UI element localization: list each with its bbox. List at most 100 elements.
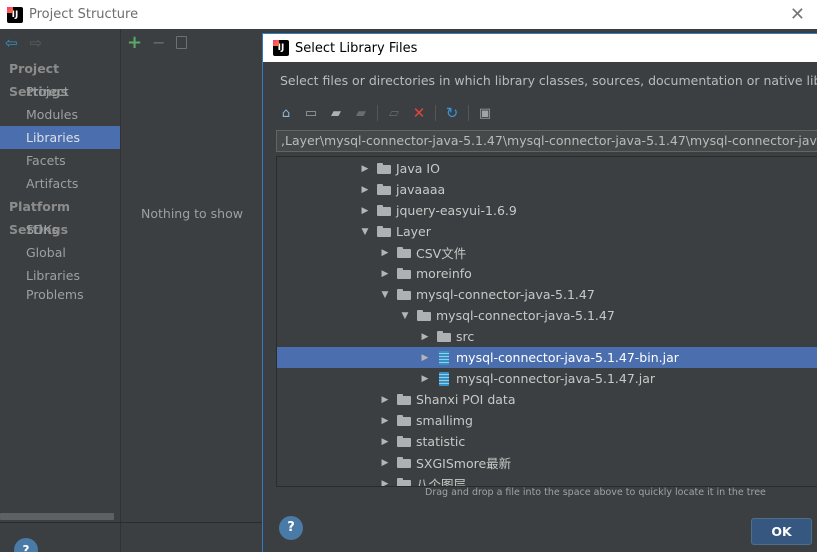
jar-file-icon (439, 350, 449, 365)
chevron-right-icon[interactable]: ▶ (379, 247, 391, 259)
copy-icon[interactable] (175, 35, 187, 49)
tree-row-folder[interactable]: ▶ 八个图层 (277, 473, 817, 487)
empty-state-text: Nothing to show (141, 206, 243, 221)
tree-row-folder[interactable]: ▶ SXGISmore最新 (277, 452, 817, 473)
add-icon[interactable]: + (127, 32, 142, 53)
chevron-right-icon[interactable]: ▶ (379, 415, 391, 427)
new-folder-icon[interactable]: ▱ (385, 104, 403, 122)
tree-row-label: statistic (416, 434, 466, 449)
ok-button[interactable]: OK (751, 518, 812, 545)
section-title: Project Settings (9, 61, 69, 99)
delete-icon[interactable]: ✕ (410, 104, 428, 122)
close-icon[interactable]: ✕ (790, 4, 805, 25)
libraries-panel: + − Nothing to show (121, 29, 263, 552)
chevron-down-icon[interactable]: ▼ (359, 226, 371, 238)
tree-row-label: mysql-connector-java-5.1.47 (436, 308, 615, 323)
help-icon[interactable]: ? (14, 538, 38, 552)
tree-row-label: 八个图层 (416, 477, 467, 487)
chevron-right-icon[interactable]: ▶ (419, 352, 431, 364)
window-title: Project Structure (29, 7, 139, 22)
forward-arrow-icon[interactable]: ⇨ (30, 34, 43, 52)
horizontal-scrollbar[interactable] (0, 513, 114, 520)
drag-drop-hint: Drag and drop a file into the space abov… (425, 487, 766, 498)
nav-item-artifacts[interactable]: Artifacts (0, 172, 120, 195)
chevron-right-icon[interactable]: ▶ (359, 163, 371, 175)
folder-icon (397, 415, 411, 426)
chevron-right-icon[interactable]: ▶ (379, 436, 391, 448)
toolbar-separator (435, 105, 436, 121)
refresh-icon[interactable]: ↻ (443, 104, 461, 122)
intellij-app-icon: IJ (273, 40, 289, 56)
intellij-app-icon: IJ (7, 6, 23, 23)
tree-row-folder[interactable]: ▶ Shanxi POI data (277, 389, 817, 410)
tree-row-jar[interactable]: ▶ mysql-connector-java-5.1.47.jar (277, 368, 817, 389)
nav-item-global-libraries[interactable]: Global Libraries (0, 241, 120, 283)
tree-row-folder[interactable]: ▶ CSV文件 (277, 242, 817, 263)
tree-row-folder[interactable]: ▼ mysql-connector-java-5.1.47 (277, 284, 817, 305)
chevron-down-icon[interactable]: ▼ (399, 310, 411, 322)
left-nav-panel: ⇦ ⇨ Project Settings Project Modules Librar… (0, 29, 121, 552)
tree-row-folder[interactable]: ▶ moreinfo (277, 263, 817, 284)
chevron-right-icon[interactable]: ▶ (379, 478, 391, 487)
nav-item-facets[interactable]: Facets (0, 149, 120, 172)
project-folder-icon[interactable]: ▰ (327, 104, 345, 122)
file-tree[interactable]: ▶ Java IO ▶ javaaaa ▶ jquery-easyui-1.6.9 ▼ Lay… (276, 156, 817, 487)
chevron-right-icon[interactable]: ▶ (379, 394, 391, 406)
chevron-right-icon[interactable]: ▶ (379, 268, 391, 280)
dialog-description: Select files or directories in which lib… (280, 73, 817, 88)
tree-row-folder[interactable]: ▶ jquery-easyui-1.6.9 (277, 200, 817, 221)
tree-row-folder[interactable]: ▶ smallimg (277, 410, 817, 431)
tree-row-folder[interactable]: ▼ Layer (277, 221, 817, 242)
tree-row-label: smallimg (416, 413, 473, 428)
tree-row-folder[interactable]: ▶ src (277, 326, 817, 347)
file-chooser-toolbar: ⌂ ▭ ▰ ▰ ▱ ✕ ↻ ▣ (277, 103, 494, 123)
tree-row-folder[interactable]: ▶ statistic (277, 431, 817, 452)
folder-icon (397, 394, 411, 405)
folder-icon (417, 310, 431, 321)
home-icon[interactable]: ⌂ (277, 104, 295, 122)
desktop-icon[interactable]: ▭ (302, 104, 320, 122)
nav-item-problems[interactable]: Problems (0, 283, 120, 306)
chevron-down-icon[interactable]: ▼ (379, 289, 391, 301)
folder-icon (377, 184, 391, 195)
nav-list: Project Settings Project Modules Libraries F… (0, 57, 120, 306)
nav-item-modules[interactable]: Modules (0, 103, 120, 126)
chevron-right-icon[interactable]: ▶ (419, 331, 431, 343)
nav-toolbar: ⇦ ⇨ (0, 29, 120, 57)
show-hidden-files-icon[interactable]: ▣ (476, 104, 494, 122)
folder-icon (397, 457, 411, 468)
toolbar-separator (377, 105, 378, 121)
window-titlebar: IJ Project Structure ✕ (0, 0, 817, 29)
back-arrow-icon[interactable]: ⇦ (5, 34, 18, 52)
tree-row-label: Java IO (396, 161, 440, 176)
folder-icon (377, 163, 391, 174)
folder-icon (397, 268, 411, 279)
chevron-right-icon[interactable]: ▶ (379, 457, 391, 469)
bottom-divider (0, 522, 262, 523)
path-input[interactable]: ,Layer\mysql-connector-java-5.1.47\mysql… (276, 130, 817, 152)
tree-row-folder[interactable]: ▶ Java IO (277, 158, 817, 179)
jar-file-icon (439, 371, 449, 386)
folder-icon (397, 289, 411, 300)
nav-item-libraries[interactable]: Libraries (0, 126, 120, 149)
tree-row-label: Shanxi POI data (416, 392, 516, 407)
chevron-right-icon[interactable]: ▶ (419, 373, 431, 385)
tree-row-label: javaaaa (396, 182, 446, 197)
chevron-right-icon[interactable]: ▶ (359, 205, 371, 217)
module-folder-icon[interactable]: ▰ (352, 104, 370, 122)
chevron-right-icon[interactable]: ▶ (359, 184, 371, 196)
dialog-help-icon[interactable]: ? (279, 516, 303, 540)
select-library-files-dialog: IJ Select Library Files Select files or … (262, 33, 817, 552)
dialog-titlebar: IJ Select Library Files (263, 34, 817, 62)
tree-row-label: SXGISmore最新 (416, 456, 512, 471)
toolbar-separator (468, 105, 469, 121)
tree-row-folder[interactable]: ▶ javaaaa (277, 179, 817, 200)
folder-icon (377, 226, 391, 237)
tree-row-folder[interactable]: ▼ mysql-connector-java-5.1.47 (277, 305, 817, 326)
folder-icon (397, 436, 411, 447)
folder-icon (397, 247, 411, 258)
remove-icon[interactable]: − (152, 33, 165, 52)
tree-row-label: mysql-connector-java-5.1.47 (416, 287, 595, 302)
dialog-title: Select Library Files (295, 40, 418, 56)
tree-row-jar[interactable]: ▶ mysql-connector-java-5.1.47-bin.jar (277, 347, 817, 368)
